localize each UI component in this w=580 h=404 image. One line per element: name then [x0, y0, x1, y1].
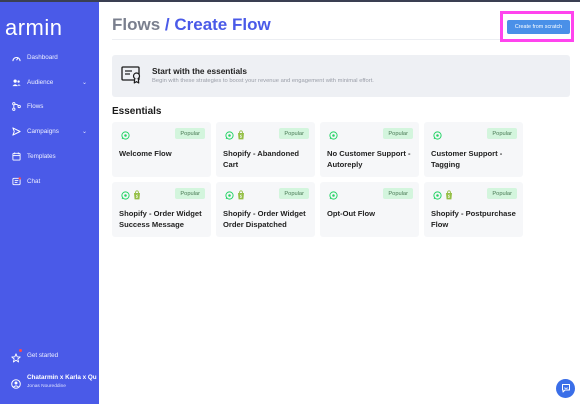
create-from-scratch-button[interactable]: Create from scratch [507, 20, 570, 34]
sidebar-item-label: Audience [27, 78, 54, 86]
card-icons [121, 190, 141, 201]
card-title: Shopify - Abandoned Cart [223, 149, 300, 169]
main-content: Flows / Create Flow Create from scratch … [99, 2, 580, 404]
essentials-banner: Start with the essentials Begin with the… [112, 55, 570, 97]
sidebar: armin Dashboard Audience ⌄ Flows Campaig… [0, 2, 99, 404]
status-badge: Popular [279, 188, 309, 199]
status-badge: Popular [279, 128, 309, 139]
card-title: Shopify - Order Widget Order Dispatched [223, 209, 306, 229]
card-title: Opt-Out Flow [327, 209, 376, 218]
card-title: No Customer Support - Autoreply [327, 149, 411, 169]
logo: armin [5, 15, 63, 40]
templates-icon [11, 151, 21, 161]
whatsapp-icon [433, 127, 442, 145]
shopify-icon [133, 187, 141, 205]
chat-icon [11, 176, 21, 186]
card-icons [225, 190, 245, 201]
flows-icon [11, 101, 21, 111]
status-badge: Popular [487, 128, 517, 139]
flow-card-abandoned-cart[interactable]: Popular Shopify - Abandoned Cart [216, 122, 315, 177]
card-icons [433, 190, 453, 201]
sidebar-item-templates[interactable]: Templates [0, 146, 99, 166]
chat-bubble-icon [561, 380, 571, 398]
status-badge: Popular [383, 128, 413, 139]
flow-card-postpurchase[interactable]: Popular Shopify - Postpurchase Flow [424, 182, 523, 237]
flow-card-order-success[interactable]: Popular Shopify - Order Widget Success M… [112, 182, 211, 237]
shopify-icon [445, 187, 453, 205]
card-icons [225, 130, 245, 141]
status-badge: Popular [175, 128, 205, 139]
sidebar-item-campaigns[interactable]: Campaigns ⌄ [0, 121, 99, 141]
status-badge: Popular [175, 188, 205, 199]
whatsapp-icon [225, 187, 234, 205]
card-title: Customer Support - Tagging [431, 149, 503, 169]
flow-card-opt-out[interactable]: Popular Opt-Out Flow [320, 182, 419, 237]
dashboard-icon [11, 52, 21, 62]
whatsapp-icon [121, 127, 130, 145]
chevron-down-icon[interactable]: ⌄ [82, 128, 87, 135]
breadcrumb-flows[interactable]: Flows [112, 15, 160, 34]
user-icon [11, 376, 21, 389]
profile-menu[interactable]: Chatarmin x Karla x Qu Jonas Noureddine [0, 371, 99, 397]
profile-name: Chatarmin x Karla x Qu [27, 374, 97, 381]
sidebar-item-flows[interactable]: Flows [0, 96, 99, 116]
chat-launcher-button[interactable] [556, 379, 575, 398]
status-badge: Popular [487, 188, 517, 199]
whatsapp-icon [225, 127, 234, 145]
get-started-button[interactable]: Get started [0, 346, 99, 364]
whatsapp-icon [121, 187, 130, 205]
sidebar-item-label: Templates [27, 152, 56, 160]
section-title: Essentials [112, 106, 162, 117]
shopify-icon [237, 187, 245, 205]
whatsapp-icon [329, 127, 338, 145]
sidebar-item-label: Chat [27, 177, 41, 185]
flow-card-order-dispatched[interactable]: Popular Shopify - Order Widget Order Dis… [216, 182, 315, 237]
card-icons [433, 131, 442, 141]
banner-heading: Start with the essentials [152, 66, 247, 76]
sidebar-item-chat[interactable]: Chat [0, 171, 99, 191]
flow-card-autoreply[interactable]: Popular No Customer Support - Autoreply [320, 122, 419, 177]
card-title: Shopify - Postpurchase Flow [431, 209, 516, 229]
chevron-down-icon[interactable]: ⌄ [82, 79, 87, 86]
sidebar-item-label: Flows [27, 102, 44, 110]
card-icons [121, 131, 130, 141]
breadcrumb-current: Create Flow [174, 15, 271, 34]
card-icons [329, 191, 338, 201]
card-title: Welcome Flow [119, 149, 172, 158]
page-title: Flows / Create Flow [112, 15, 271, 35]
whatsapp-icon [329, 187, 338, 205]
banner-text: Begin with these strategies to boost you… [152, 78, 374, 84]
sidebar-item-audience[interactable]: Audience ⌄ [0, 72, 99, 92]
get-started-label: Get started [27, 351, 59, 359]
sidebar-item-label: Dashboard [27, 53, 58, 61]
whatsapp-icon [433, 187, 442, 205]
profile-subtitle: Jonas Noureddine [27, 384, 66, 389]
certificate-icon [121, 66, 143, 84]
card-icons [329, 131, 338, 141]
shopify-icon [237, 127, 245, 145]
sidebar-item-dashboard[interactable]: Dashboard [0, 47, 99, 67]
flow-card-support-tagging[interactable]: Popular Customer Support - Tagging [424, 122, 523, 177]
campaigns-icon [11, 126, 21, 136]
card-title: Shopify - Order Widget Success Message [119, 209, 202, 229]
sidebar-item-label: Campaigns [27, 127, 59, 135]
breadcrumb-separator: / [160, 15, 175, 34]
notification-dot [19, 349, 22, 352]
status-badge: Popular [383, 188, 413, 199]
flow-card-welcome[interactable]: Popular Welcome Flow [112, 122, 211, 177]
rocket-icon [11, 349, 22, 363]
audience-icon [11, 77, 21, 87]
